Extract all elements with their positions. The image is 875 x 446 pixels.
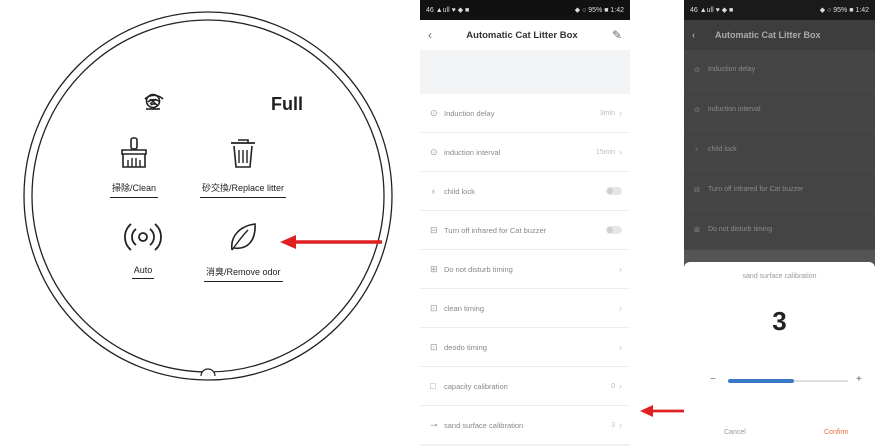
settings-row-dimmed: ⊙ Induction delay bbox=[684, 50, 875, 90]
settings-row[interactable]: ⊸ sand surface calibration 3 › bbox=[420, 406, 630, 445]
settings-row-dimmed: ⊞ Do not disturb timing bbox=[684, 210, 875, 250]
row-icon: ⊞ bbox=[694, 226, 700, 234]
chevron-right-icon: › bbox=[619, 147, 622, 157]
row-icon: ⊸ bbox=[430, 419, 438, 430]
remove-odor-label: 消臭/Remove odor bbox=[204, 265, 283, 282]
clean-label: 掃除/Clean bbox=[110, 181, 159, 198]
row-label: clean timing bbox=[444, 303, 485, 313]
row-label: induction interval bbox=[708, 106, 761, 113]
spacer bbox=[420, 50, 630, 94]
toggle-switch[interactable] bbox=[606, 187, 622, 195]
red-arrow-odor bbox=[280, 235, 382, 249]
settings-row[interactable]: ⊟ Turn off infrared for Cat buzzer bbox=[420, 211, 630, 250]
row-icon: ⊙ bbox=[694, 106, 700, 114]
device-panel: Full 掃除/Clean 砂交換/Replace litter Auto 消臭… bbox=[20, 8, 396, 384]
settings-row[interactable]: ⊙ Induction delay 3min › bbox=[420, 94, 630, 133]
confirm-button[interactable]: Confirm bbox=[824, 429, 849, 436]
leaf-icon bbox=[226, 220, 260, 259]
row-icon: ⊙ bbox=[430, 146, 438, 157]
row-icon: □ bbox=[430, 381, 436, 391]
red-arrow-calibration bbox=[640, 405, 690, 417]
row-icon: ⊡ bbox=[430, 302, 438, 313]
settings-row[interactable]: □ capacity calibration 0 › bbox=[420, 367, 630, 406]
back-icon: ‹ bbox=[692, 30, 695, 40]
settings-row[interactable]: ♁ child lock bbox=[420, 172, 630, 211]
replace-litter-button[interactable]: 砂交換/Replace litter bbox=[200, 136, 287, 198]
row-icon: ♁ bbox=[694, 146, 700, 153]
phone-calibration-dialog: 46 ▲ull ♥ ◆ ■ ◆ ○ 95% ■ 1:42 ‹ Automatic… bbox=[684, 0, 875, 446]
row-icon: ⊙ bbox=[694, 66, 700, 74]
back-icon[interactable]: ‹ bbox=[428, 28, 432, 42]
row-value: 0 bbox=[611, 382, 615, 390]
settings-row-dimmed: ♁ child lock bbox=[684, 130, 875, 170]
toggle-switch[interactable] bbox=[606, 226, 622, 234]
trash-icon bbox=[226, 136, 260, 175]
broom-icon bbox=[117, 136, 151, 175]
row-label: induction interval bbox=[444, 147, 501, 157]
auto-label: Auto bbox=[131, 265, 155, 279]
status-right: ◆ ○ 95% ■ 1:42 bbox=[574, 7, 624, 14]
row-label: child lock bbox=[444, 186, 475, 196]
row-label: deodo timing bbox=[444, 342, 487, 352]
device-status-row: Full bbox=[143, 92, 303, 116]
page-title: Automatic Cat Litter Box bbox=[466, 29, 578, 41]
row-label: Turn off infrared for Cat buzzer bbox=[708, 186, 804, 193]
row-icon: ♁ bbox=[430, 186, 437, 196]
settings-row[interactable]: ⊡ deodo timing › bbox=[420, 328, 630, 367]
row-value: 3min bbox=[599, 109, 615, 117]
edit-icon[interactable]: ✎ bbox=[612, 28, 622, 42]
cancel-button[interactable]: Cancel bbox=[724, 429, 746, 436]
replace-litter-label: 砂交換/Replace litter bbox=[200, 181, 287, 198]
row-icon: ⊞ bbox=[430, 263, 438, 274]
page-title: Automatic Cat Litter Box bbox=[715, 30, 821, 40]
slider-fill[interactable] bbox=[728, 379, 794, 383]
chevron-right-icon: › bbox=[619, 303, 622, 313]
row-label: Do not disturb timing bbox=[708, 226, 773, 233]
settings-list-dimmed: ⊙ Induction delay ⊙ induction interval ♁ chil… bbox=[684, 50, 875, 250]
status-bar: 46 ▲ull ♥ ◆ ■ ◆ ○ 95% ■ 1:42 bbox=[420, 0, 630, 20]
row-value: 3 bbox=[611, 421, 615, 429]
chevron-right-icon: › bbox=[619, 420, 622, 430]
settings-row-dimmed: ⊙ induction interval bbox=[684, 90, 875, 130]
sheet-title: sand surface calibration bbox=[742, 273, 817, 280]
remove-odor-button[interactable]: 消臭/Remove odor bbox=[204, 220, 283, 282]
row-label: sand surface calibration bbox=[444, 420, 524, 430]
chevron-right-icon: › bbox=[619, 264, 622, 274]
row-icon: ⊡ bbox=[430, 341, 438, 352]
settings-row[interactable]: ⊡ clean timing › bbox=[420, 289, 630, 328]
row-label: Induction delay bbox=[444, 108, 495, 118]
status-left: 46 ▲ull ♥ ◆ ■ bbox=[690, 7, 734, 14]
settings-row[interactable]: ⊙ induction interval 15min › bbox=[420, 133, 630, 172]
row-label: Turn off infrared for Cat buzzer bbox=[444, 225, 547, 235]
chevron-right-icon: › bbox=[619, 381, 622, 391]
row-icon: ⊙ bbox=[430, 107, 438, 118]
settings-row-dimmed: ⊟ Turn off infrared for Cat buzzer bbox=[684, 170, 875, 210]
row-label: capacity calibration bbox=[444, 381, 508, 391]
calibration-value: 3 bbox=[772, 306, 787, 336]
nav-bar: ‹ Automatic Cat Litter Box ✎ bbox=[420, 20, 630, 50]
clean-button[interactable]: 掃除/Clean bbox=[110, 136, 159, 198]
row-icon: ⊟ bbox=[430, 224, 438, 235]
nav-bar-dimmed: ‹ Automatic Cat Litter Box bbox=[684, 20, 875, 50]
minus-button[interactable]: − bbox=[710, 374, 716, 385]
row-value: 15min bbox=[595, 148, 615, 156]
row-icon: ⊟ bbox=[694, 186, 700, 194]
signal-icon bbox=[124, 220, 162, 259]
plus-button[interactable]: + bbox=[856, 374, 862, 385]
row-label: Induction delay bbox=[708, 66, 756, 73]
auto-button[interactable]: Auto bbox=[124, 220, 162, 279]
status-left: 46 ▲ull ♥ ◆ ■ bbox=[426, 7, 470, 14]
status-bar: 46 ▲ull ♥ ◆ ■ ◆ ○ 95% ■ 1:42 bbox=[684, 0, 875, 20]
row-label: Do not disturb timing bbox=[444, 264, 513, 274]
chevron-right-icon: › bbox=[619, 108, 622, 118]
phone-settings-screen: 46 ▲ull ♥ ◆ ■ ◆ ○ 95% ■ 1:42 ‹ Automatic… bbox=[420, 0, 630, 446]
status-full-label: Full bbox=[271, 93, 303, 114]
settings-list: ⊙ Induction delay 3min › ⊙ induction interval… bbox=[420, 94, 630, 445]
settings-row[interactable]: ⊞ Do not disturb timing › bbox=[420, 250, 630, 289]
status-right: ◆ ○ 95% ■ 1:42 bbox=[819, 7, 869, 14]
calibration-sheet: sand surface calibration 3 − + Cancel Co… bbox=[684, 262, 875, 446]
row-label: child lock bbox=[708, 146, 737, 153]
chevron-right-icon: › bbox=[619, 342, 622, 352]
